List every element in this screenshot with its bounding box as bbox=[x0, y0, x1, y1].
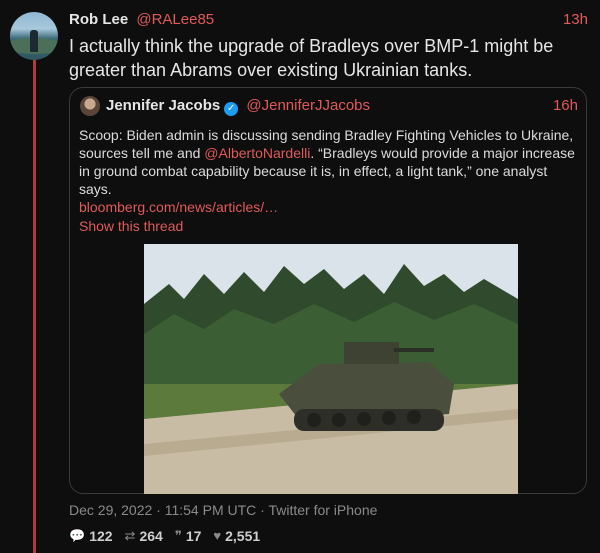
author-name[interactable]: Rob Lee bbox=[69, 11, 128, 28]
quote-text: Scoop: Biden admin is discussing sending… bbox=[79, 126, 579, 198]
tweet-header: Rob Lee @RALee85 13h bbox=[69, 10, 588, 32]
quote-author-handle[interactable]: @JenniferJJacobs bbox=[246, 97, 370, 114]
like-stat[interactable]: ♥ 2,551 bbox=[213, 527, 260, 545]
bradley-photo-illustration bbox=[144, 244, 518, 494]
like-count: 2,551 bbox=[225, 528, 261, 544]
author-handle[interactable]: @RALee85 bbox=[136, 11, 214, 28]
avatar[interactable] bbox=[10, 12, 58, 60]
retweet-count: 264 bbox=[139, 528, 163, 544]
quote-header: Jennifer Jacobs ✓ @JenniferJJacobs 16h bbox=[106, 96, 578, 116]
quote-article-link[interactable]: bloomberg.com/news/articles/… bbox=[79, 198, 278, 216]
tweet-time[interactable]: 13h bbox=[563, 10, 588, 30]
quote-author-name[interactable]: Jennifer Jacobs bbox=[106, 97, 220, 114]
tweet-stats: 💬 122 ⇄ 264 ❞ 17 ♥ 2,551 bbox=[69, 527, 260, 545]
heart-icon: ♥ bbox=[213, 528, 222, 543]
tweet-text: I actually think the upgrade of Bradleys… bbox=[69, 36, 554, 80]
reply-count: 122 bbox=[89, 528, 113, 544]
quote-time[interactable]: 16h bbox=[553, 96, 578, 116]
avatar-figure bbox=[30, 30, 38, 52]
retweet-icon: ⇄ bbox=[124, 528, 136, 543]
quoted-tweet[interactable]: Jennifer Jacobs ✓ @JenniferJJacobs 16h Sc… bbox=[69, 87, 587, 494]
retweet-stat[interactable]: ⇄ 264 bbox=[125, 527, 163, 545]
reply-icon: 💬 bbox=[69, 528, 86, 543]
quote-photo[interactable] bbox=[144, 244, 518, 494]
verified-badge-icon: ✓ bbox=[224, 102, 239, 116]
quote-avatar[interactable] bbox=[80, 96, 100, 116]
reply-stat[interactable]: 💬 122 bbox=[69, 527, 113, 545]
show-thread-link[interactable]: Show this thread bbox=[79, 217, 183, 235]
tweet-timestamp[interactable]: Dec 29, 2022 · 11:54 PM UTC · Twitter fo… bbox=[69, 501, 377, 519]
quote-count: 17 bbox=[185, 528, 202, 544]
quote-mention-link[interactable]: @AlbertoNardelli bbox=[204, 145, 310, 161]
quote-icon: ❞ bbox=[174, 528, 182, 543]
thread-line bbox=[33, 60, 36, 553]
quote-stat[interactable]: ❞ 17 bbox=[175, 527, 202, 545]
